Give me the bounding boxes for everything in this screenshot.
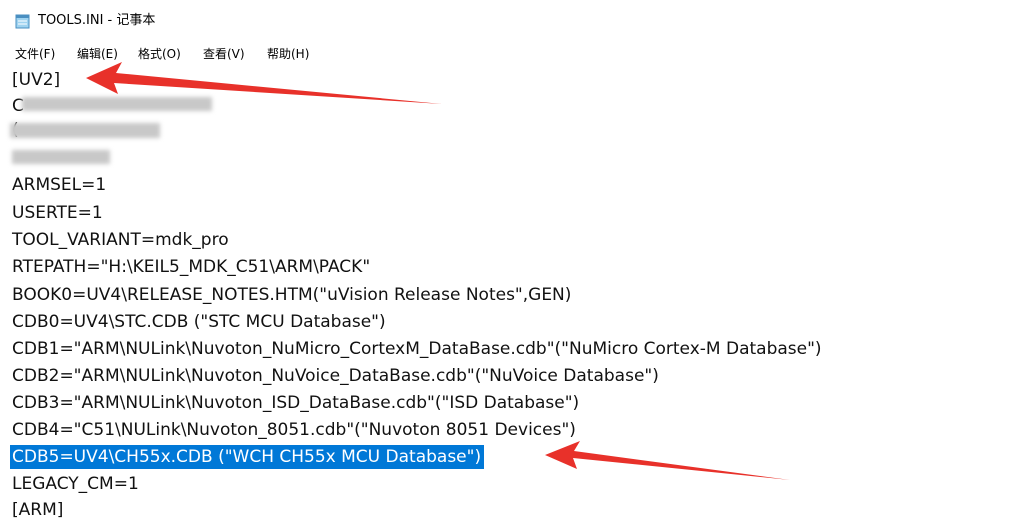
redacted-text [12,150,110,164]
text-line: [UV2] [12,70,61,90]
menu-format[interactable]: 格式(O) [138,45,181,63]
text-line: CDB3="ARM\NULink\Nuvoton_ISD_DataBase.cd… [12,393,580,413]
text-line: ARMSEL=1 [12,175,107,195]
text-line: CDB4="C51\NULink\Nuvoton_8051.cdb"("Nuvo… [12,420,576,440]
text-line: [ARM] [12,500,64,519]
menu-edit[interactable]: 编辑(E) [77,45,118,63]
redacted-text [22,97,212,111]
text-line: CDB0=UV4\STC.CDB ("STC MCU Database") [12,312,386,332]
menu-bar: 文件(F) 编辑(E) 格式(O) 查看(V) 帮助(H) [0,42,1013,66]
redacted-text [10,123,160,138]
menu-file[interactable]: 文件(F) [15,45,55,63]
text-line: CDB2="ARM\NULink\Nuvoton_NuVoice_DataBas… [12,366,659,386]
title-bar[interactable]: TOOLS.INI - 记事本 [0,0,1013,40]
text-line: LEGACY_CM=1 [12,474,139,494]
text-line: BOOK0=UV4\RELEASE_NOTES.HTM("uVision Rel… [12,285,572,305]
notepad-icon [15,14,30,29]
text-line: TOOL_VARIANT=mdk_pro [12,230,229,250]
text-line: RTEPATH="H:\KEIL5_MDK_C51\ARM\PACK" [12,257,371,277]
text-line: CDB1="ARM\NULink\Nuvoton_NuMicro_CortexM… [12,339,822,359]
selected-text-line[interactable]: CDB5=UV4\CH55x.CDB ("WCH CH55x MCU Datab… [10,445,485,469]
menu-view[interactable]: 查看(V) [203,45,245,63]
notepad-window: TOOLS.INI - 记事本 文件(F) 编辑(E) 格式(O) 查看(V) … [0,0,1013,519]
menu-help[interactable]: 帮助(H) [267,45,309,63]
text-line: USERTE=1 [12,203,103,223]
window-title: TOOLS.INI - 记事本 [38,13,156,28]
text-editor-area[interactable]: [UV2] C ( ARMSEL=1 USERTE=1 TOOL_VARIANT… [0,66,1013,519]
